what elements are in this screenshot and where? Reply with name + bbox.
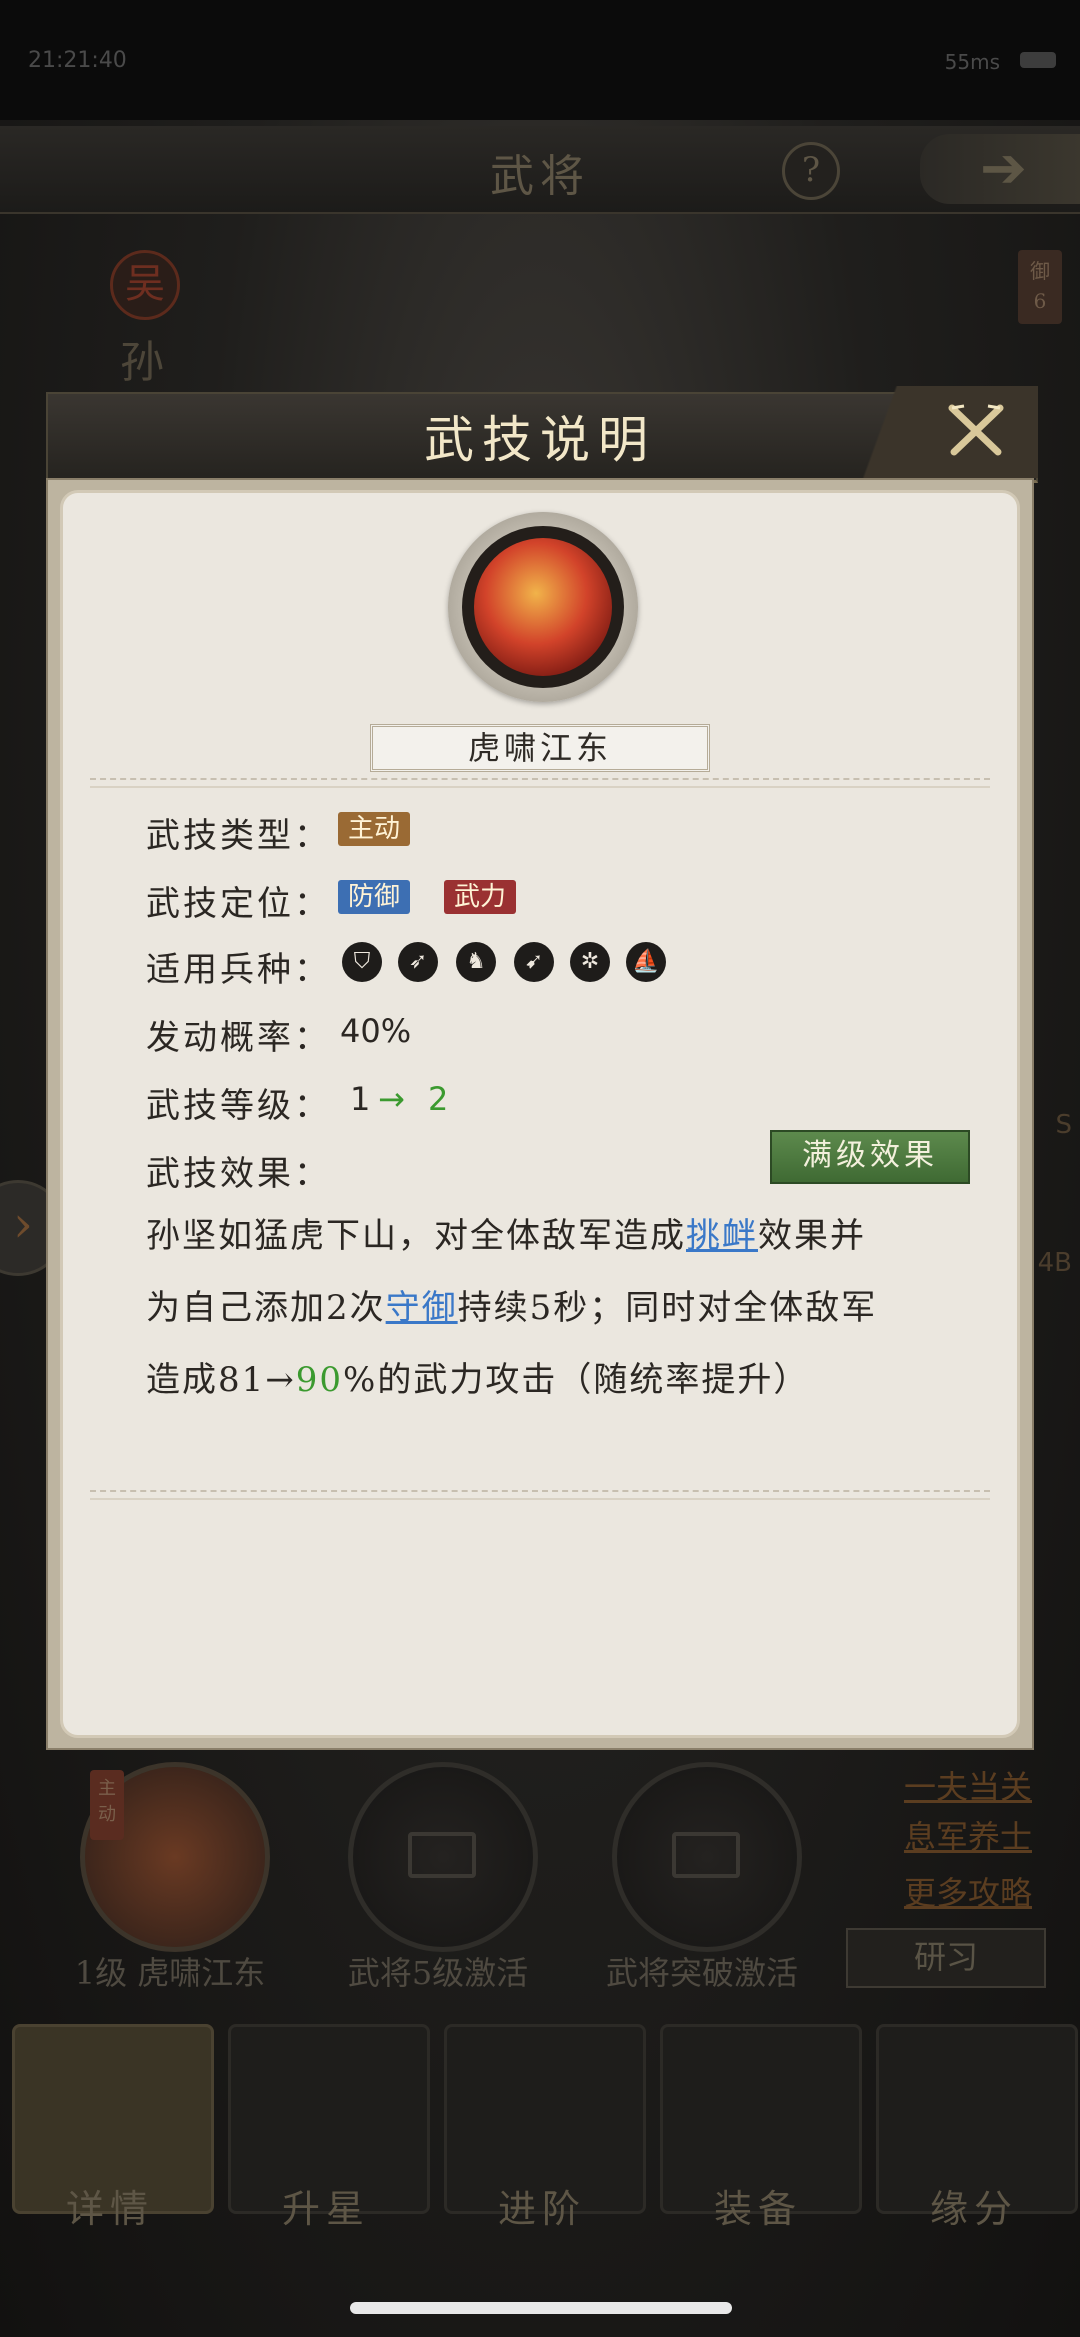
battery-icon: [1020, 52, 1056, 68]
effect-text: %的武力攻击（随统率提升）: [343, 1360, 810, 1400]
nav-advance-label: 进阶: [497, 2187, 586, 2231]
right-edge-label: S: [1055, 1110, 1072, 1140]
skill-level-current: 1: [350, 1080, 371, 1118]
defense-tag-label: 御: [1030, 259, 1050, 283]
nav-equipment-label: 装备: [713, 2187, 802, 2231]
status-bar: [0, 0, 1080, 120]
skill-type-label: 武技类型：: [146, 816, 331, 856]
skill-slot-1-label: 1级 虎啸江东: [74, 1954, 266, 1992]
nav-bond-label: 缘分: [929, 2187, 1018, 2231]
active-skill-tag: 主动: [90, 1770, 124, 1840]
skill-type-tag: 主动: [338, 812, 411, 846]
nav-star-up-label: 升星: [281, 2187, 370, 2231]
right-edge-label: 4B: [1037, 1248, 1072, 1278]
cavalry-troop-icon: ♞: [456, 942, 496, 982]
spear-troop-icon: ➶: [398, 942, 438, 982]
tiger-skill-icon: [474, 538, 612, 676]
guard-link[interactable]: 守御: [386, 1288, 458, 1328]
close-button[interactable]: [846, 386, 1038, 478]
divider-top: [90, 778, 990, 788]
study-button[interactable]: 研习: [846, 1928, 1046, 1988]
status-network: 55ms: [944, 50, 1000, 74]
position-tag-force: 武力: [444, 880, 517, 914]
skill-effect-label: 武技效果：: [146, 1154, 331, 1194]
troops-label: 适用兵种：: [146, 950, 331, 990]
taunt-link[interactable]: 挑衅: [686, 1216, 758, 1256]
effect-text: 持续5秒；同时对全体敌军: [457, 1288, 878, 1328]
guide-link-more[interactable]: 更多攻略: [904, 1868, 1032, 1914]
skill-name: 虎啸江东: [370, 724, 710, 772]
skill-position-label: 武技定位：: [146, 884, 331, 924]
skill-slot-3-label: 武将突破激活: [605, 1954, 798, 1992]
shield-troop-icon: ⛉: [342, 942, 382, 982]
trigger-chance-value: 40%: [340, 1012, 412, 1050]
skill-slot-2-label: 武将5级激活: [347, 1954, 529, 1992]
position-tag-defense: 防御: [338, 880, 411, 914]
guide-link-2[interactable]: 息军养士: [904, 1812, 1032, 1858]
skill-level-next: 2: [428, 1080, 449, 1118]
effect-text: 为自己添加2次: [146, 1288, 386, 1328]
chevron-left-icon: ›: [13, 1195, 33, 1253]
archer-troop-icon: ➹: [514, 942, 554, 982]
hero-name: 孙: [120, 337, 164, 388]
max-level-effect-button[interactable]: 满级效果: [770, 1130, 970, 1184]
effect-text: 造成81→: [146, 1360, 296, 1400]
skill-effect-text: 孙坚如猛虎下山，对全体敌军造成挑衅效果并 为自己添加2次守御持续5秒；同时对全体…: [146, 1200, 946, 1416]
close-icon[interactable]: [944, 398, 1008, 462]
effect-text: 孙坚如猛虎下山，对全体敌军造成: [146, 1216, 686, 1256]
divider-bottom: [90, 1490, 990, 1500]
skill-level-label: 武技等级：: [146, 1086, 331, 1126]
page-title: 武将: [490, 151, 590, 202]
home-indicator[interactable]: [350, 2302, 732, 2314]
effect-max-value: 90: [295, 1360, 344, 1400]
status-time: 21:21:40: [28, 48, 127, 73]
lock-icon: [672, 1832, 740, 1878]
skill-level-arrow: →: [378, 1080, 405, 1118]
trigger-chance-label: 发动概率：: [146, 1018, 331, 1058]
guide-link-1[interactable]: 一夫当关: [904, 1762, 1032, 1808]
defense-tag-value: 6: [1033, 289, 1047, 313]
back-arrow-icon: ➔: [980, 136, 1027, 201]
nav-details-label: 详情: [65, 2187, 154, 2231]
defense-tag: 御 6: [1018, 250, 1062, 324]
effect-text: 效果并: [758, 1216, 866, 1256]
navy-troop-icon: ⛵: [626, 942, 666, 982]
chariot-troop-icon: ✲: [570, 942, 610, 982]
help-button[interactable]: ?: [782, 142, 840, 200]
lock-icon: [408, 1832, 476, 1878]
faction-badge: 吴: [110, 250, 180, 320]
